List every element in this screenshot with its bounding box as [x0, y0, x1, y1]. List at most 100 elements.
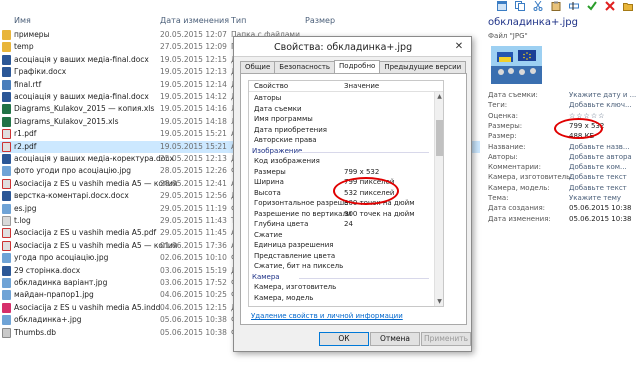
file-name: Графіки.docx: [14, 67, 67, 77]
jpg-file-icon: [2, 166, 11, 177]
new-folder-icon[interactable]: [622, 0, 634, 12]
tab-previous-versions[interactable]: Предыдущие версии: [379, 61, 467, 73]
scroll-up-icon[interactable]: ▲: [435, 92, 443, 101]
rtf-file-icon: [2, 79, 11, 90]
file-date: 02.06.2015 10:10: [160, 253, 227, 263]
detail-row: Камера, изготовитель: Добавьте текст: [488, 173, 640, 183]
property-name: Камера, модель: [254, 293, 314, 302]
property-row[interactable]: Глубина цвета 24: [249, 219, 435, 230]
property-group[interactable]: Камера: [249, 272, 435, 283]
file-name: асоціація у ваших медіа-коректура.docx: [14, 154, 174, 163]
file-name: Diagrams_Kulakov_2015 — копия.xls: [14, 104, 155, 114]
detail-row: Тема: Укажите тему: [488, 194, 640, 204]
detail-value[interactable]: Добавьте текст: [569, 184, 627, 192]
detail-value[interactable]: Добавьте ключ...: [569, 101, 632, 109]
file-date: 19.05.2015 14:18: [160, 116, 227, 126]
pdf-file-icon: [2, 141, 11, 152]
jpg-file-icon: [2, 253, 11, 264]
file-name: r1.pdf: [14, 129, 37, 139]
property-row[interactable]: Представление цвета: [249, 251, 435, 262]
copy-icon[interactable]: [514, 0, 526, 12]
column-date[interactable]: Дата изменения: [160, 16, 229, 25]
property-row[interactable]: Сжатие: [249, 230, 435, 241]
file-date: 29.05.2015 11:45: [160, 228, 227, 238]
column-name[interactable]: Имя: [14, 16, 31, 25]
file-date: 03.06.2015 17:52: [160, 278, 227, 287]
toolbar-icons: [496, 0, 634, 12]
detail-row: Название: Добавьте назв...: [488, 143, 640, 153]
file-date: 29.05.2015 11:43: [160, 216, 227, 225]
paste-icon[interactable]: [550, 0, 562, 12]
detail-value[interactable]: Укажите тему: [569, 194, 621, 202]
tab-general[interactable]: Общие: [240, 61, 276, 73]
column-type[interactable]: Тип: [231, 16, 246, 25]
properties-scrollbar[interactable]: ▲ ▼: [434, 92, 443, 306]
file-name: асоціація у ваших медіа-final.docx: [14, 92, 149, 101]
cancel-button[interactable]: Отмена: [370, 332, 420, 346]
ok-button[interactable]: ОК: [319, 332, 369, 346]
close-icon[interactable]: ✕: [452, 40, 466, 53]
scroll-down-icon[interactable]: ▼: [435, 297, 443, 306]
detail-value[interactable]: Добавьте ком...: [569, 163, 627, 171]
dialog-tabs: Общие Безопасность Подробно Предыдущие в…: [240, 60, 467, 73]
property-row[interactable]: Размеры 799 x 532: [249, 167, 435, 178]
indd-file-icon: [2, 302, 11, 313]
property-row[interactable]: Код изображения: [249, 156, 435, 167]
property-row[interactable]: Камера, изготовитель: [249, 282, 435, 293]
header-property[interactable]: Свойство: [254, 82, 288, 90]
property-row[interactable]: Дата съемки: [249, 104, 435, 115]
tab-security[interactable]: Безопасность: [274, 61, 336, 73]
tab-details[interactable]: Подробно: [334, 60, 381, 73]
detail-key: Теги:: [488, 101, 508, 110]
rename-icon[interactable]: [568, 0, 580, 12]
file-date: 29.05.2015 12:56: [160, 191, 227, 201]
apply-button[interactable]: Применить: [421, 332, 471, 346]
detail-key: Название:: [488, 142, 526, 151]
property-row[interactable]: Имя программы: [249, 114, 435, 125]
detail-row: Авторы: Добавьте автора: [488, 153, 640, 163]
file-date: 03.06.2015 15:19: [160, 265, 227, 275]
dialog-titlebar[interactable]: Свойства: обкладинка+.jpg ✕: [234, 37, 471, 57]
property-value: 300 точек на дюйм: [344, 209, 415, 218]
property-row[interactable]: Авторы: [249, 93, 435, 104]
file-name: обкладинка варіант.jpg: [14, 278, 108, 287]
property-group[interactable]: Изображение: [249, 146, 435, 157]
scroll-thumb[interactable]: [436, 120, 443, 156]
detail-value[interactable]: Добавьте автора: [569, 153, 632, 161]
header-value[interactable]: Значение: [344, 82, 379, 90]
property-row[interactable]: Сжатие, бит на пиксель: [249, 261, 435, 272]
db-file-icon: [2, 327, 11, 338]
excel-file-icon: [2, 104, 11, 115]
cut-icon[interactable]: [532, 0, 544, 12]
property-name: Разрешение по вертикали: [254, 209, 352, 218]
detail-value: 05.06.2015 10:38: [569, 204, 632, 213]
property-row[interactable]: Единица разрешения: [249, 240, 435, 251]
remove-properties-link[interactable]: Удаление свойств и личной информации: [251, 312, 403, 320]
detail-value[interactable]: Добавьте текст: [569, 173, 627, 181]
property-name: Изображение: [252, 146, 303, 155]
properties-dialog: Свойства: обкладинка+.jpg ✕ Общие Безопа…: [233, 36, 472, 352]
properties-checkmark-icon[interactable]: [586, 0, 598, 12]
detail-value[interactable]: Укажите дату и ...: [569, 91, 636, 99]
file-date: 19.05.2015 15:21: [160, 141, 227, 151]
window-icon[interactable]: [496, 0, 508, 12]
word-file-icon: [2, 154, 11, 164]
property-name: Горизонтальное разреше: [254, 199, 349, 207]
file-date: 19.05.2015 14:12: [160, 92, 227, 101]
file-name: фото угоди про асоціацію.jpg: [14, 166, 131, 176]
annotation-circle-dimensions: [333, 177, 399, 205]
jpg-file-icon: [2, 290, 11, 301]
detail-key: Дата изменения:: [488, 214, 551, 223]
details-title: обкладинка+.jpg: [488, 17, 578, 28]
delete-icon[interactable]: [604, 0, 616, 12]
pdf-file-icon: [2, 178, 11, 189]
detail-key: Дата съемки:: [488, 91, 538, 99]
property-row[interactable]: Разрешение по вертикали 300 точек на дюйм: [249, 209, 435, 220]
property-row[interactable]: Камера, модель: [249, 293, 435, 304]
property-row[interactable]: Авторские права: [249, 135, 435, 146]
property-name: Единица разрешения: [254, 241, 334, 249]
detail-value[interactable]: Добавьте назв...: [569, 143, 630, 151]
column-size[interactable]: Размер: [305, 16, 335, 25]
property-row[interactable]: Дата приобретения: [249, 125, 435, 136]
word-file-icon: [2, 191, 11, 202]
